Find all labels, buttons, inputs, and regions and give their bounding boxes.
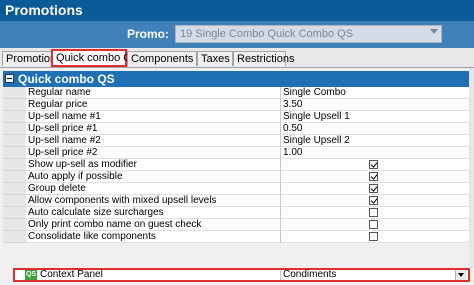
promo-label: Promo: <box>127 27 169 41</box>
tab-strip: Promotion Quick combo QS Components QS T… <box>0 48 474 68</box>
title-bar: Promotions <box>0 0 474 21</box>
tab-restrictions[interactable]: Restrictions <box>233 51 294 66</box>
promo-select-value: 19 Single Combo Quick Combo QS <box>180 28 354 40</box>
property-name: Regular name <box>26 87 281 99</box>
tab-taxes[interactable]: Taxes <box>197 51 233 66</box>
consolidate-components-checkbox[interactable] <box>369 232 378 241</box>
property-row: Group delete <box>3 183 469 195</box>
auto-apply-checkbox[interactable] <box>369 172 378 181</box>
section-title: Quick combo QS <box>18 72 115 86</box>
context-panel-value[interactable]: Condiments <box>283 270 336 280</box>
property-name: Consolidate like components <box>26 231 281 243</box>
property-row: Up-sell price #1 0.50 <box>3 123 469 135</box>
property-name: Auto apply if possible <box>26 171 281 183</box>
context-panel-label: Context Panel <box>40 269 103 280</box>
property-value[interactable]: Single Combo <box>281 87 469 99</box>
property-name: Only print combo name on guest check <box>26 219 281 231</box>
divider <box>280 270 281 280</box>
property-name: Group delete <box>26 183 281 195</box>
property-grid: Regular name Single Combo Regular price 3.… <box>3 87 469 243</box>
tab-promotion[interactable]: Promotion <box>2 51 56 66</box>
property-row: Auto calculate size surcharges <box>3 207 469 219</box>
property-value[interactable]: 3.50 <box>281 99 469 111</box>
property-name: Up-sell name #2 <box>26 135 281 147</box>
property-row: Regular price 3.50 <box>3 99 469 111</box>
promo-bar: Promo: 19 Single Combo Quick Combo QS <box>0 21 474 48</box>
auto-calc-surcharges-checkbox[interactable] <box>369 208 378 217</box>
property-row: Allow components with mixed upsell level… <box>3 195 469 207</box>
property-name: Regular price <box>26 99 281 111</box>
property-name: Up-sell name #1 <box>26 111 281 123</box>
qs-icon: QS <box>25 270 37 280</box>
property-value[interactable]: Single Upsell 1 <box>281 111 469 123</box>
allow-mixed-upsell-checkbox[interactable] <box>369 196 378 205</box>
property-name: Auto calculate size surcharges <box>26 207 281 219</box>
property-row: Up-sell name #1 Single Upsell 1 <box>3 111 469 123</box>
tab-components-qs[interactable]: Components QS <box>127 51 212 66</box>
property-value[interactable]: 1.00 <box>281 147 469 159</box>
collapse-icon[interactable] <box>5 74 14 83</box>
property-name: Up-sell price #2 <box>26 147 281 159</box>
property-row: Up-sell price #2 1.00 <box>3 147 469 159</box>
tab-quick-combo-qs[interactable]: Quick combo QS <box>51 49 139 67</box>
scrollbar[interactable] <box>469 68 474 268</box>
promo-select[interactable]: 19 Single Combo Quick Combo QS <box>175 25 442 43</box>
context-panel-row[interactable]: QS Context Panel Condiments <box>13 268 470 282</box>
window-title: Promotions <box>5 2 83 18</box>
property-name: Allow components with mixed upsell level… <box>26 195 281 207</box>
group-delete-checkbox[interactable] <box>369 184 378 193</box>
print-combo-name-checkbox[interactable] <box>369 220 378 229</box>
property-row: Up-sell name #2 Single Upsell 2 <box>3 135 469 147</box>
property-row: Auto apply if possible <box>3 171 469 183</box>
property-row: Only print combo name on guest check <box>3 219 469 231</box>
chevron-down-icon[interactable] <box>455 270 466 280</box>
property-name: Show up-sell as modifier <box>26 159 281 171</box>
property-value[interactable]: Single Upsell 2 <box>281 135 469 147</box>
property-row: Consolidate like components <box>3 231 469 243</box>
property-row: Show up-sell as modifier <box>3 159 469 171</box>
section-header[interactable]: Quick combo QS <box>3 71 469 87</box>
chevron-down-icon <box>430 29 438 34</box>
property-row: Regular name Single Combo <box>3 87 469 99</box>
show-upsell-as-modifier-checkbox[interactable] <box>369 160 378 169</box>
property-value[interactable]: 0.50 <box>281 123 469 135</box>
property-name: Up-sell price #1 <box>26 123 281 135</box>
property-panel: Quick combo QS Regular name Single Combo … <box>0 68 474 285</box>
